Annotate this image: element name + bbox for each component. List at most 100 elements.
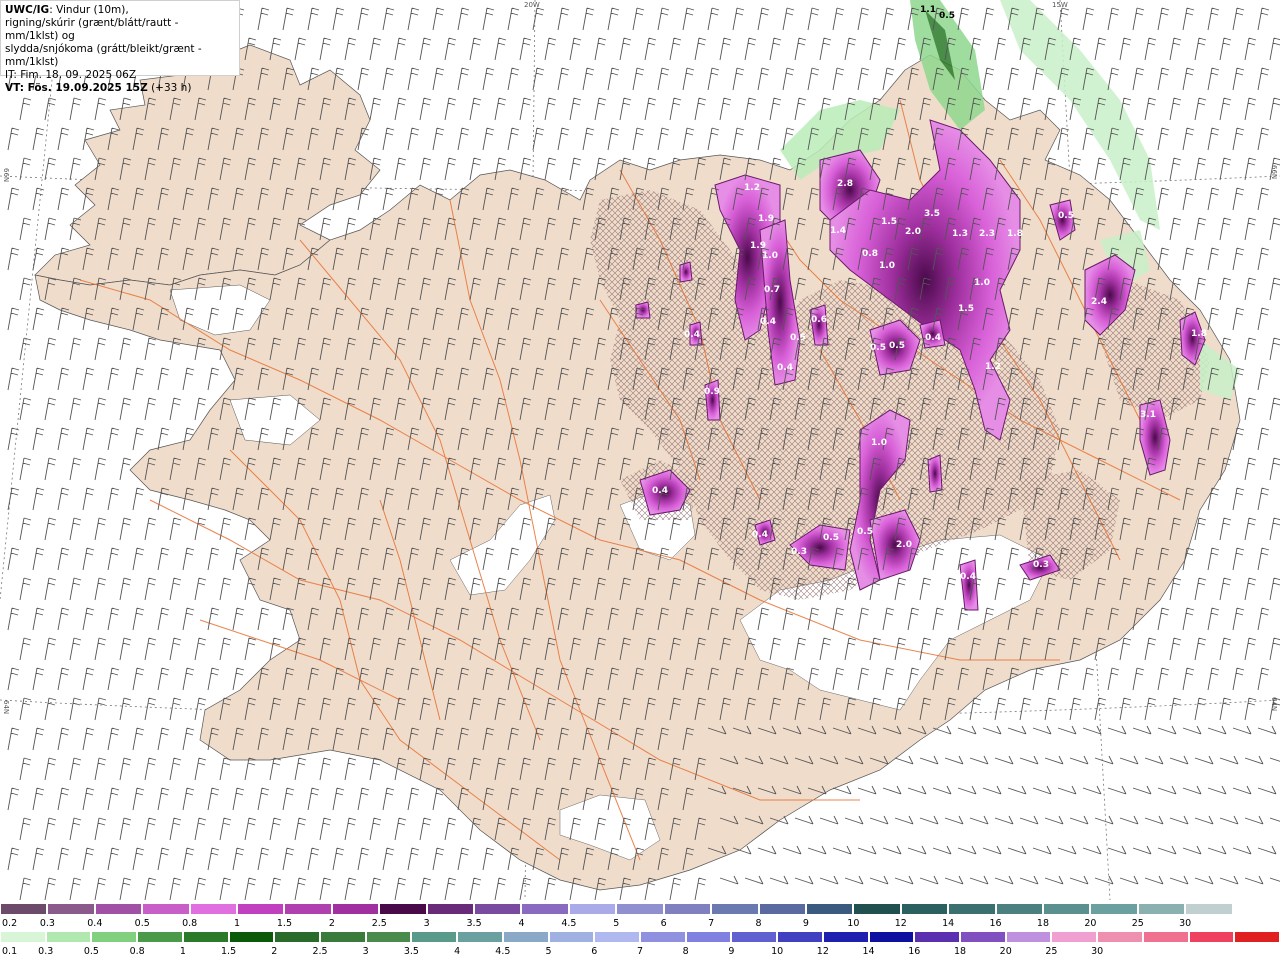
legend-swatch <box>474 903 522 915</box>
init-time: IT: Fim. 18. 09. 2025 06Z <box>5 69 137 81</box>
legend-label: 6 <box>660 918 667 929</box>
legend-swatch <box>0 903 48 915</box>
legend-swatch <box>142 903 190 915</box>
header-desc-3: slydda/snjókoma (grátt/bleikt/grænt - mm… <box>5 43 202 68</box>
precip-value-label: 0.7 <box>764 285 780 295</box>
legend-swatch <box>948 903 996 915</box>
precip-value-label: 1.0 <box>871 438 887 448</box>
legend-label: 16 <box>989 918 1002 929</box>
legend-label: 18 <box>953 946 967 957</box>
precip-value-label: 1.2 <box>985 362 1001 372</box>
legend-swatch <box>1042 903 1091 915</box>
legend-swatch <box>237 903 285 915</box>
legend-label: 5 <box>613 918 620 929</box>
precip-value-label: 0.4 <box>652 486 668 496</box>
legend-label: 5 <box>545 946 552 957</box>
precip-value-label: 0.5 <box>823 533 839 543</box>
precip-value-label: 0.5 <box>939 11 955 21</box>
legend-swatch <box>914 931 960 943</box>
precip-value-label: 3.1 <box>1140 410 1156 420</box>
legend-label: 0.8 <box>129 946 145 957</box>
legend-label: 25 <box>1131 918 1144 929</box>
legend-label: 6 <box>591 946 598 957</box>
legend-swatch <box>548 931 595 943</box>
precip-value-label: 0.3 <box>791 547 807 557</box>
legend-swatch <box>411 931 458 943</box>
legend-label: 14 <box>862 946 875 957</box>
lon-label-20w: 20W <box>524 1 540 9</box>
precip-value-label: 0.9 <box>704 387 720 397</box>
legend-swatch <box>685 931 732 943</box>
legend-label: 0.4 <box>87 918 103 929</box>
legend-swatch <box>995 903 1043 915</box>
legend-label: 3 <box>362 946 369 957</box>
legend-swatch <box>274 931 320 943</box>
legend-swatch <box>822 931 869 943</box>
legend-label: 2.5 <box>312 946 328 957</box>
precip-value-label: 1.8 <box>1007 229 1023 239</box>
lat-label-66n-right: 66N <box>1270 165 1278 180</box>
legend-label: 20 <box>999 946 1012 957</box>
lon-label-15w: 15W <box>1052 1 1068 9</box>
legend-label: 12 <box>894 918 907 929</box>
legend-label: 9 <box>802 918 809 929</box>
legend-swatch <box>960 931 1006 943</box>
precip-value-label: 1.5 <box>958 304 974 314</box>
legend-label: 0.8 <box>182 918 198 929</box>
legend-label: 10 <box>847 918 860 929</box>
precip-value-label: 1.2 <box>744 183 760 193</box>
legend-label: 1.5 <box>276 918 292 929</box>
precip-value-label: 0.4 <box>760 317 776 327</box>
lat-label-66n-left: 66N <box>2 168 10 183</box>
legend-swatch <box>502 931 549 943</box>
legend-swatch <box>365 931 412 943</box>
legend-swatch <box>853 903 901 915</box>
snow-legend-labels: 0.2 0.3 0.4 0.5 0.8 1 1.5 2 2.5 3 3.5 4 4.5 5 6 7 8 9 10 12… <box>0 918 1280 929</box>
legend-swatch <box>1137 903 1186 915</box>
precip-value-label: 2.8 <box>837 179 853 189</box>
map-header: UWC/IG: Vindur (10m), rigning/skúrir (gr… <box>0 0 240 94</box>
legend-label: 3 <box>423 918 430 929</box>
legend-swatch <box>426 903 475 915</box>
legend-label: 2 <box>271 946 278 957</box>
precip-value-label: 0.5 <box>1058 211 1074 221</box>
legend-swatch <box>189 903 238 915</box>
legend-swatch <box>1005 931 1052 943</box>
snow-color-legend <box>0 903 1280 917</box>
legend-label: 1 <box>234 918 241 929</box>
legend-label: 4.5 <box>495 946 511 957</box>
legend-swatch <box>711 903 759 915</box>
legend-label: 0.2 <box>2 918 18 929</box>
legend-swatch <box>594 931 640 943</box>
legend-label: 30 <box>1091 946 1104 957</box>
precip-value-label: 0.5 <box>870 343 886 353</box>
legend-swatch <box>868 931 915 943</box>
legend-label: 10 <box>771 946 784 957</box>
legend-swatch <box>777 931 823 943</box>
valid-offset: (+33 h) <box>147 82 192 94</box>
precip-value-label: 0.4 <box>777 363 793 373</box>
legend-label: 0.5 <box>83 946 99 957</box>
legend-swatch <box>805 903 854 915</box>
legend-label: 4 <box>518 918 525 929</box>
legend-swatch <box>320 931 366 943</box>
legend-label: 1 <box>179 946 186 957</box>
legend-label: 25 <box>1045 946 1058 957</box>
legend-swatch <box>0 931 46 943</box>
precip-value-label: 1.4 <box>830 226 846 236</box>
legend-swatch <box>45 931 92 943</box>
legend-label: 2 <box>328 918 335 929</box>
legend-label: 14 <box>942 918 955 929</box>
legend-swatch <box>379 903 427 915</box>
precip-value-label: 1.5 <box>881 217 897 227</box>
precip-value-label: 2.0 <box>896 540 912 550</box>
legend-label: 16 <box>908 946 921 957</box>
legend-label: 0.3 <box>38 946 54 957</box>
legend-swatch <box>284 903 332 915</box>
legend-swatch <box>758 903 806 915</box>
legend-swatch <box>1232 903 1280 915</box>
legend-label: 9 <box>728 946 735 957</box>
legend-label: 7 <box>636 946 644 957</box>
precip-value-label: 1.0 <box>879 261 895 271</box>
header-desc-1: : Vindur (10m), <box>49 4 129 16</box>
